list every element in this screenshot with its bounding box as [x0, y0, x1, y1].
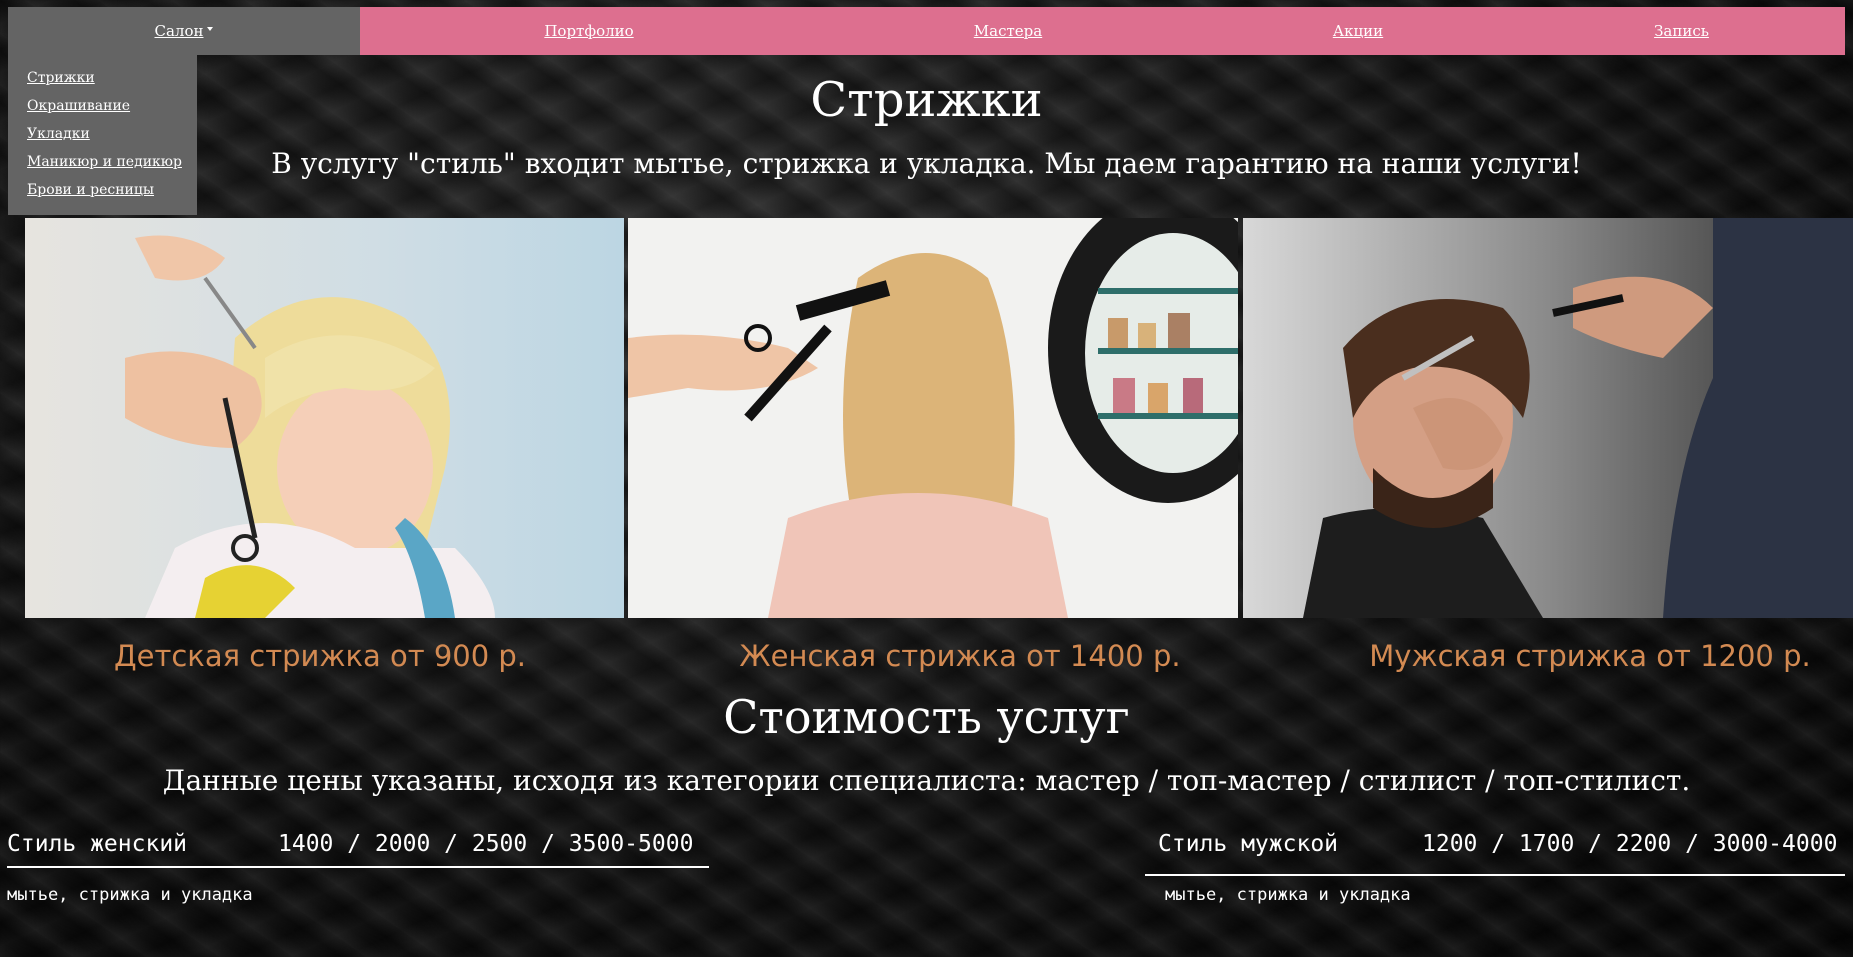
page-title: Стрижки [810, 72, 1043, 128]
price-row-women-name: Стиль женский [7, 831, 188, 857]
price-row-men-name: Стиль мужской [1158, 831, 1339, 857]
main-nav: Салон Портфолио Мастера Акции Запись [8, 7, 1845, 55]
woman-haircut-caption: Женская стрижка от 1400 р. [739, 639, 1181, 673]
child-haircut-caption: Детская стрижка от 900 р. [113, 639, 527, 673]
price-row-women-divider [7, 866, 709, 868]
pricing-note: Данные цены указаны, исходя из категории… [162, 764, 1691, 797]
pricing-title: Стоимость услуг [723, 690, 1130, 744]
price-row-women-prices: 1400 / 2000 / 2500 / 3500-5000 [278, 831, 694, 857]
nav-item-portfolio[interactable]: Портфолио [360, 7, 818, 55]
price-row-women-desc: мытье, стрижка и укладка [7, 885, 253, 905]
page-subtitle: В услугу "стиль" входит мытье, стрижка и… [271, 147, 1582, 180]
child-haircut-photo [25, 218, 624, 618]
price-row-men-divider [1145, 874, 1845, 876]
nav-item-promotions[interactable]: Акции [1198, 7, 1518, 55]
nav-item-masters[interactable]: Мастера [818, 7, 1198, 55]
nav-item-salon[interactable]: Салон [8, 7, 360, 55]
woman-haircut-photo [628, 218, 1238, 618]
nav-item-salon-label: Салон [154, 22, 204, 40]
man-haircut-photo [1243, 218, 1853, 618]
man-haircut-caption: Мужская стрижка от 1200 р. [1369, 639, 1811, 673]
price-row-men-desc: мытье, стрижка и укладка [1165, 885, 1411, 905]
nav-item-booking[interactable]: Запись [1518, 7, 1845, 55]
chevron-down-icon [207, 27, 214, 31]
dropdown-item-brows[interactable]: Брови и ресницы [8, 180, 197, 208]
price-row-men-prices: 1200 / 1700 / 2200 / 3000-4000 [1422, 831, 1838, 857]
